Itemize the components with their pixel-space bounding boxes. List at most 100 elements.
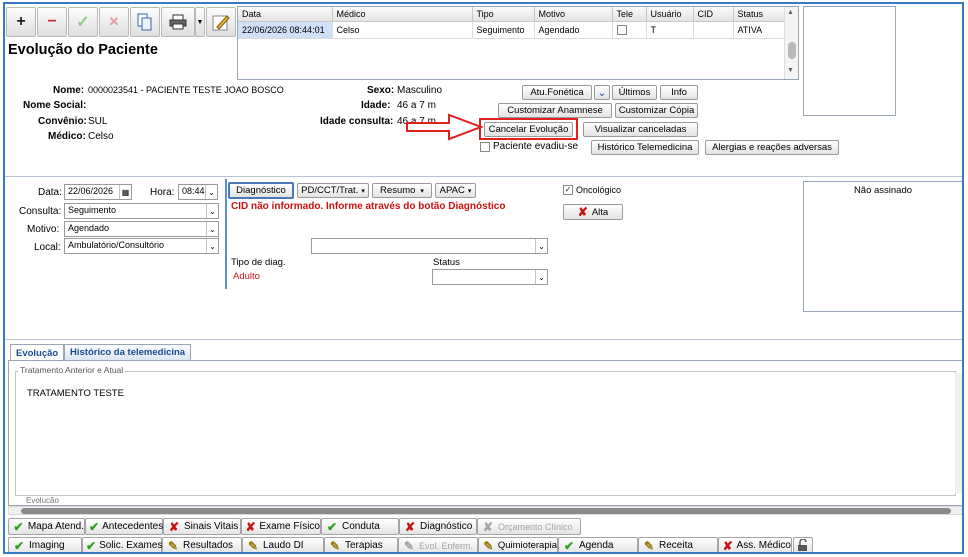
orcamento-clinico-button[interactable]: ✘ Orçamento Clínico (477, 518, 581, 535)
diagnostico-button[interactable]: Diagnóstico (228, 182, 294, 199)
column-header[interactable]: Data (238, 7, 333, 22)
table-row[interactable]: 22/06/2026 08:44:01 Celso Seguimento Age… (238, 21, 798, 39)
scroll-up-icon[interactable]: ▲ (787, 9, 794, 16)
visualizar-canceladas-button[interactable]: Visualizar canceladas (583, 122, 698, 137)
consulta-value: Seguimento (68, 205, 117, 215)
add-button[interactable]: + (6, 7, 36, 37)
evadiu-checkbox-box (480, 141, 490, 152)
column-header[interactable]: Usuário (646, 7, 694, 22)
resultados-button[interactable]: ✎ Resultados (162, 537, 242, 552)
laudo-di-button[interactable]: ✎ Laudo DI (242, 537, 324, 552)
panel-divider (225, 179, 227, 289)
quimioterapia-button[interactable]: ✎ Quimioterapia (478, 537, 558, 552)
info-button[interactable]: Info (660, 85, 698, 100)
column-header[interactable]: Médico (332, 7, 473, 22)
scroll-thumb[interactable] (788, 42, 796, 59)
remove-button[interactable]: − (37, 7, 67, 37)
hora-field[interactable]: 08:44 ⌄ (178, 184, 218, 200)
chevron-down-icon[interactable]: ⌄ (535, 270, 547, 284)
convenio-label: Convênio: (38, 116, 87, 127)
oncologico-checkbox[interactable]: ✓ Oncológico (563, 185, 621, 195)
check-icon: ✓ (563, 185, 573, 195)
diagnostico-select[interactable]: ⌄ (311, 238, 548, 254)
tele-checkbox[interactable] (616, 25, 627, 36)
customizar-copia-button[interactable]: Customizar Cópia (615, 103, 698, 118)
pd-cct-trat-button[interactable]: PD/CCT/Trat. ▾ (297, 183, 369, 198)
column-header[interactable]: CID (693, 7, 734, 22)
print-button[interactable] (161, 7, 195, 37)
consulta-select[interactable]: Seguimento ⌄ (64, 203, 219, 219)
arrow-right-icon (406, 113, 484, 141)
chevron-down-icon[interactable]: ⌄ (206, 239, 218, 253)
mapa-atend-button[interactable]: ✔ Mapa Atend. (8, 518, 85, 535)
paciente-evadiu-checkbox[interactable]: Paciente evadiu-se (480, 141, 578, 152)
terapias-button[interactable]: ✎ Terapias (324, 537, 398, 552)
conduta-button[interactable]: ✔ Conduta (321, 518, 399, 535)
motivo-label: Motivo: (27, 224, 60, 235)
chevron-down-icon[interactable]: ⌄ (206, 204, 218, 218)
agenda-button[interactable]: ✔ Agenda (558, 537, 638, 553)
conduta-label: Conduta (342, 521, 380, 532)
print-dropdown[interactable]: ▼ (195, 7, 205, 37)
chevron-down-icon[interactable]: ⌄ (206, 222, 218, 236)
diagnostico-tab-button[interactable]: ✘ Diagnóstico (399, 518, 477, 535)
receita-label: Receita (659, 540, 693, 551)
column-header[interactable]: Tipo (472, 7, 535, 22)
solic-exames-button[interactable]: ✔ Solic. Exames (82, 537, 163, 552)
calendar-icon[interactable]: ▦ (119, 185, 131, 199)
patient-photo (803, 6, 896, 116)
lock-button[interactable] (793, 537, 813, 552)
confirm-button[interactable]: ✓ (68, 7, 98, 37)
column-header[interactable]: Tele (612, 7, 647, 22)
edit-button[interactable] (206, 7, 236, 37)
cancelar-evolucao-button[interactable]: Cancelar Evolução (484, 122, 573, 137)
horizontal-scrollbar[interactable] (8, 506, 962, 515)
data-field[interactable]: 22/06/2026 ▦ (64, 184, 132, 200)
cell-data: 22/06/2026 08:44:01 (238, 21, 333, 39)
evolutions-table: Data Médico Tipo Motivo Tele Usuário CID… (237, 6, 799, 80)
ultimos-button[interactable]: Últimos (612, 85, 657, 100)
table-scrollbar[interactable]: ▲ ▼ (784, 7, 798, 79)
customizar-anamnese-button[interactable]: Customizar Anamnese (498, 103, 612, 118)
alergias-button[interactable]: Alergias e reações adversas (705, 140, 839, 155)
exame-fisico-button[interactable]: ✘ Exame Físico (241, 518, 321, 535)
column-header[interactable]: Motivo (534, 7, 613, 22)
paciente-evadiu-label: Paciente evadiu-se (493, 141, 579, 152)
ass-medico-button[interactable]: ✘ Ass. Médico (718, 537, 792, 552)
sinais-vitais-button[interactable]: ✘ Sinais Vitais (163, 518, 241, 535)
atu-fonetica-button[interactable]: Atu.Fonética (522, 85, 592, 100)
motivo-select[interactable]: Agendado ⌄ (64, 221, 219, 237)
imaging-button[interactable]: ✔ Imaging (8, 537, 82, 552)
historico-telemedicina-button[interactable]: Histórico Telemedicina (591, 140, 699, 155)
tratamento-text[interactable]: TRATAMENTO TESTE (27, 388, 124, 399)
imaging-label: Imaging (29, 540, 65, 551)
cancel-button[interactable]: ✕ (99, 7, 129, 37)
solic-exames-label: Solic. Exames (99, 540, 163, 551)
scroll-down-icon[interactable]: ▼ (787, 67, 794, 74)
pd-cct-trat-label: PD/CCT/Trat. (301, 185, 359, 196)
consulta-label: Consulta: (19, 206, 62, 217)
local-select[interactable]: Ambulatório/Consultório ⌄ (64, 238, 219, 254)
tab-historico-telemedicina[interactable]: Histórico da telemedicina (64, 344, 192, 360)
evol-enferm-button[interactable]: ✎ Evol. Enferm. (398, 537, 478, 552)
motivo-value: Agendado (68, 223, 110, 233)
patient-idade: 46 a 7 m (397, 100, 436, 111)
status-select[interactable]: ⌄ (432, 269, 548, 285)
antecedentes-button[interactable]: ✔ Antecedentes (85, 518, 163, 535)
check-icon: ✔ (563, 538, 575, 553)
copy-button[interactable] (130, 7, 160, 37)
fieldset-scrollbar[interactable] (955, 373, 962, 493)
apac-button[interactable]: APAC ▾ (435, 183, 476, 198)
cell-cid (693, 21, 734, 39)
chevron-down-icon[interactable]: ⌄ (535, 239, 547, 253)
pencil-icon (212, 15, 230, 31)
chevron-down-button[interactable]: ⌄ (594, 85, 610, 100)
apac-label: APAC (439, 185, 465, 196)
resumo-button[interactable]: Resumo ▾ (372, 183, 432, 198)
chevron-down-icon[interactable]: ⌄ (205, 185, 217, 199)
alta-button[interactable]: ✘ Alta (563, 204, 623, 220)
tab-evolucao[interactable]: Evolução (10, 344, 65, 361)
scroll-thumb[interactable] (21, 508, 951, 514)
receita-button[interactable]: ✎ Receita (638, 537, 718, 552)
hora-label: Hora: (150, 187, 175, 198)
